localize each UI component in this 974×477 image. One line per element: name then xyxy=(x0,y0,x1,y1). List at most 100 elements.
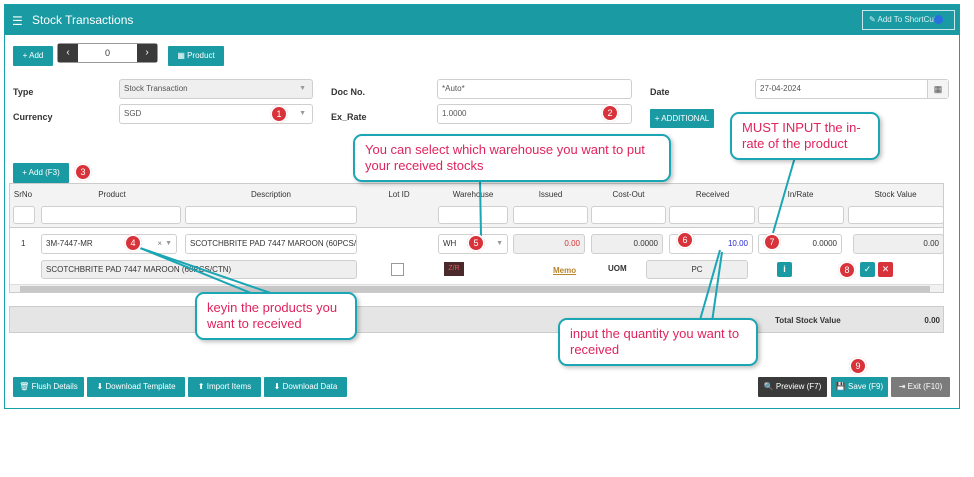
uom-input[interactable]: PC xyxy=(646,260,748,279)
chevron-right-icon: › xyxy=(145,47,149,58)
type-value: Stock Transaction xyxy=(124,84,188,93)
step-marker-9: 9 xyxy=(849,357,867,375)
header-product: Product xyxy=(98,190,126,199)
issued-input[interactable]: 0.00 xyxy=(513,234,585,254)
save-label: Save (F9) xyxy=(848,382,884,391)
cost-out-input[interactable]: 0.0000 xyxy=(591,234,663,254)
header-description: Description xyxy=(250,190,291,199)
calendar-icon[interactable]: ▦ xyxy=(927,80,948,98)
product-input[interactable]: 3M-7447-MR × ▼ xyxy=(41,234,177,254)
docno-input[interactable]: *Auto* xyxy=(437,79,632,99)
step-marker-3: 3 xyxy=(74,163,92,181)
additional-label: ADDITIONAL xyxy=(661,114,710,123)
page-title: Stock Transactions xyxy=(32,13,134,27)
header-srno: SrNo xyxy=(13,190,33,199)
header-warehouse: Warehouse xyxy=(452,190,494,199)
docno-label: Doc No. xyxy=(331,87,366,97)
grid-header: SrNo Product Description Lot ID Warehous… xyxy=(10,184,943,228)
exit-button[interactable]: ⇥ Exit (F10) xyxy=(891,377,950,397)
row-srno: 1 xyxy=(21,239,26,248)
callout-warehouse: You can select which warehouse you want … xyxy=(353,134,671,182)
currency-label: Currency xyxy=(13,112,53,122)
callout-quantity: input the quantity you want to received xyxy=(558,318,758,366)
step-marker-4: 4 xyxy=(124,234,142,252)
preview-label: Preview (F7) xyxy=(775,382,822,391)
chevron-down-icon: ▼ xyxy=(496,240,503,247)
step-marker-1: 1 xyxy=(270,105,288,123)
header-issued: Issued xyxy=(538,190,563,199)
step-marker-6: 6 xyxy=(676,231,694,249)
product-value: 3M-7447-MR xyxy=(46,239,93,248)
product-button-label: Product xyxy=(187,51,215,60)
import-items-button[interactable]: ⬆ Import Items xyxy=(188,377,261,397)
add-button-label: Add xyxy=(29,51,44,60)
shortcut-label: Add To ShortCut xyxy=(877,15,937,24)
total-stock-value-label: Total Stock Value xyxy=(775,316,841,325)
download-template-label: Download Template xyxy=(105,382,176,391)
date-label: Date xyxy=(650,87,670,97)
info-icon[interactable]: i xyxy=(777,262,792,277)
chevron-down-icon: ▼ xyxy=(299,85,306,92)
memo-link[interactable]: Memo xyxy=(553,266,576,275)
filter-received[interactable] xyxy=(669,206,755,224)
chevron-down-icon[interactable]: ▼ xyxy=(165,235,172,253)
download-data-button[interactable]: ⬇ Download Data xyxy=(264,377,347,397)
product-button[interactable]: ▦ Product xyxy=(168,46,224,66)
flush-details-button[interactable]: 🗑 Flush Details xyxy=(13,377,84,397)
next-record-button[interactable]: › xyxy=(137,44,157,62)
stock-value-input[interactable]: 0.00 xyxy=(853,234,943,254)
callout-product: keyin the products you want to received xyxy=(195,292,357,340)
add-button[interactable]: + Add xyxy=(13,46,53,66)
confirm-row-button[interactable]: ✓ xyxy=(860,262,875,277)
title-bar: ☰ Stock Transactions ✎ Add To ShortCut xyxy=(5,5,959,35)
totals-bar: Total Stock Value 0.00 xyxy=(9,306,944,333)
record-navigator: ‹ 0 › xyxy=(57,43,158,63)
add-row-label: Add (F3) xyxy=(28,168,60,177)
previous-record-button[interactable]: ‹ xyxy=(58,44,78,62)
filter-description[interactable] xyxy=(185,206,357,224)
filter-warehouse[interactable] xyxy=(438,206,508,224)
shortcut-badge xyxy=(934,15,943,24)
hamburger-menu-icon[interactable]: ☰ xyxy=(12,14,23,28)
delete-row-button[interactable]: ✕ xyxy=(878,262,893,277)
record-number[interactable]: 0 xyxy=(78,44,137,62)
detail-description[interactable]: SCOTCHBRITE PAD 7447 MAROON (60PCS/CTN) xyxy=(41,260,357,279)
type-label: Type xyxy=(13,87,34,97)
lot-checkbox[interactable] xyxy=(391,263,404,276)
exrate-label: Ex_Rate xyxy=(331,112,367,122)
download-template-button[interactable]: ⬇ Download Template xyxy=(87,377,185,397)
horizontal-scrollbar[interactable] xyxy=(10,284,943,292)
total-stock-value: 0.00 xyxy=(924,316,940,325)
callout-rate: MUST INPUT the in-rate of the product xyxy=(730,112,880,160)
add-row-button[interactable]: + Add (F3) xyxy=(13,163,69,183)
description-input[interactable]: SCOTCHBRITE PAD 7447 MAROON (60PCS/ xyxy=(185,234,357,254)
header-stock-value: Stock Value xyxy=(874,190,917,199)
header-cost-out: Cost-Out xyxy=(612,190,645,199)
add-to-shortcut-button[interactable]: ✎ Add To ShortCut xyxy=(862,10,955,30)
scrollbar-thumb[interactable] xyxy=(20,286,930,292)
filter-cost-out[interactable] xyxy=(591,206,666,224)
step-marker-2: 2 xyxy=(601,104,619,122)
step-marker-8: 8 xyxy=(838,261,856,279)
filter-in-rate[interactable] xyxy=(758,206,844,224)
flush-label: Flush Details xyxy=(31,382,78,391)
filter-stock-value[interactable] xyxy=(848,206,943,224)
type-select[interactable]: Stock Transaction ▼ xyxy=(119,79,313,99)
date-value: 27-04-2024 xyxy=(760,84,801,93)
header-in-rate: In/Rate xyxy=(787,190,814,199)
clear-icon[interactable]: × xyxy=(157,235,162,253)
filter-srno[interactable] xyxy=(13,206,35,224)
date-input[interactable]: 27-04-2024 ▦ xyxy=(755,79,949,99)
import-label: Import Items xyxy=(206,382,252,391)
currency-value: SGD xyxy=(124,109,142,118)
save-button[interactable]: 💾 Save (F9) xyxy=(831,377,888,397)
step-marker-7: 7 xyxy=(763,233,781,251)
preview-button[interactable]: 🔍 Preview (F7) xyxy=(758,377,827,397)
additional-button[interactable]: + ADDITIONAL xyxy=(650,109,714,128)
filter-issued[interactable] xyxy=(513,206,588,224)
chevron-down-icon: ▼ xyxy=(299,110,306,117)
warehouse-value: WH xyxy=(443,239,457,248)
uom-label: UOM xyxy=(608,264,627,273)
zr-button[interactable]: Z/R xyxy=(444,262,464,276)
filter-product[interactable] xyxy=(41,206,181,224)
